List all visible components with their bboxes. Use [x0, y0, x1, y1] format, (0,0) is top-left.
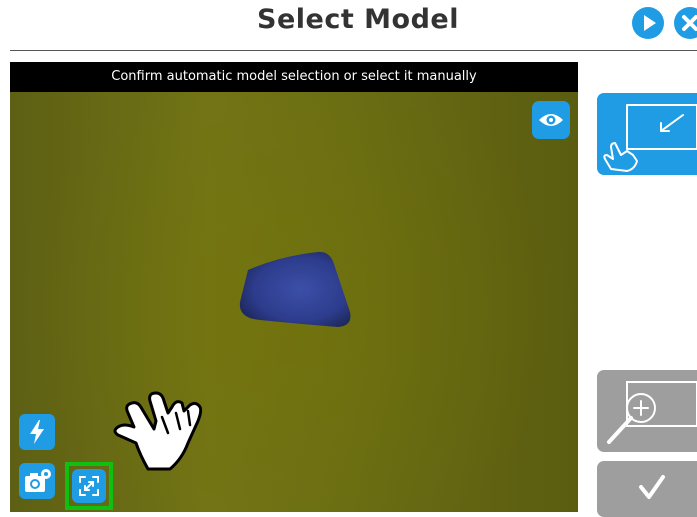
fit-expand-icon: [79, 476, 99, 496]
checkmark-icon: [639, 475, 665, 499]
zoom-area-button[interactable]: [597, 370, 697, 452]
page-title: Select Model: [257, 4, 459, 35]
eye-icon: [539, 114, 563, 126]
zoom-area-icon: [607, 381, 697, 444]
flash-icon: [30, 420, 44, 444]
snapshot-button[interactable]: [19, 463, 55, 499]
confirm-button[interactable]: [597, 461, 697, 517]
flash-button[interactable]: [19, 414, 55, 450]
pointing-hand-icon: [113, 391, 203, 471]
select-area-button[interactable]: [597, 93, 697, 175]
close-button[interactable]: [674, 7, 697, 39]
detected-object: [239, 251, 351, 327]
fit-button[interactable]: [72, 469, 106, 503]
fit-highlight-frame: [65, 462, 113, 510]
camera-settings-icon: [25, 469, 51, 492]
play-icon: [644, 15, 656, 31]
camera-view[interactable]: Confirm automatic model selection or sel…: [10, 62, 578, 512]
camera-instruction-text: Confirm automatic model selection or sel…: [111, 69, 477, 84]
camera-instruction-bar: Confirm automatic model selection or sel…: [10, 62, 578, 92]
close-icon: [682, 15, 697, 31]
select-area-icon: [603, 104, 697, 172]
play-button[interactable]: [632, 7, 664, 39]
header-divider: [10, 50, 697, 51]
view-toggle-button[interactable]: [532, 101, 570, 139]
